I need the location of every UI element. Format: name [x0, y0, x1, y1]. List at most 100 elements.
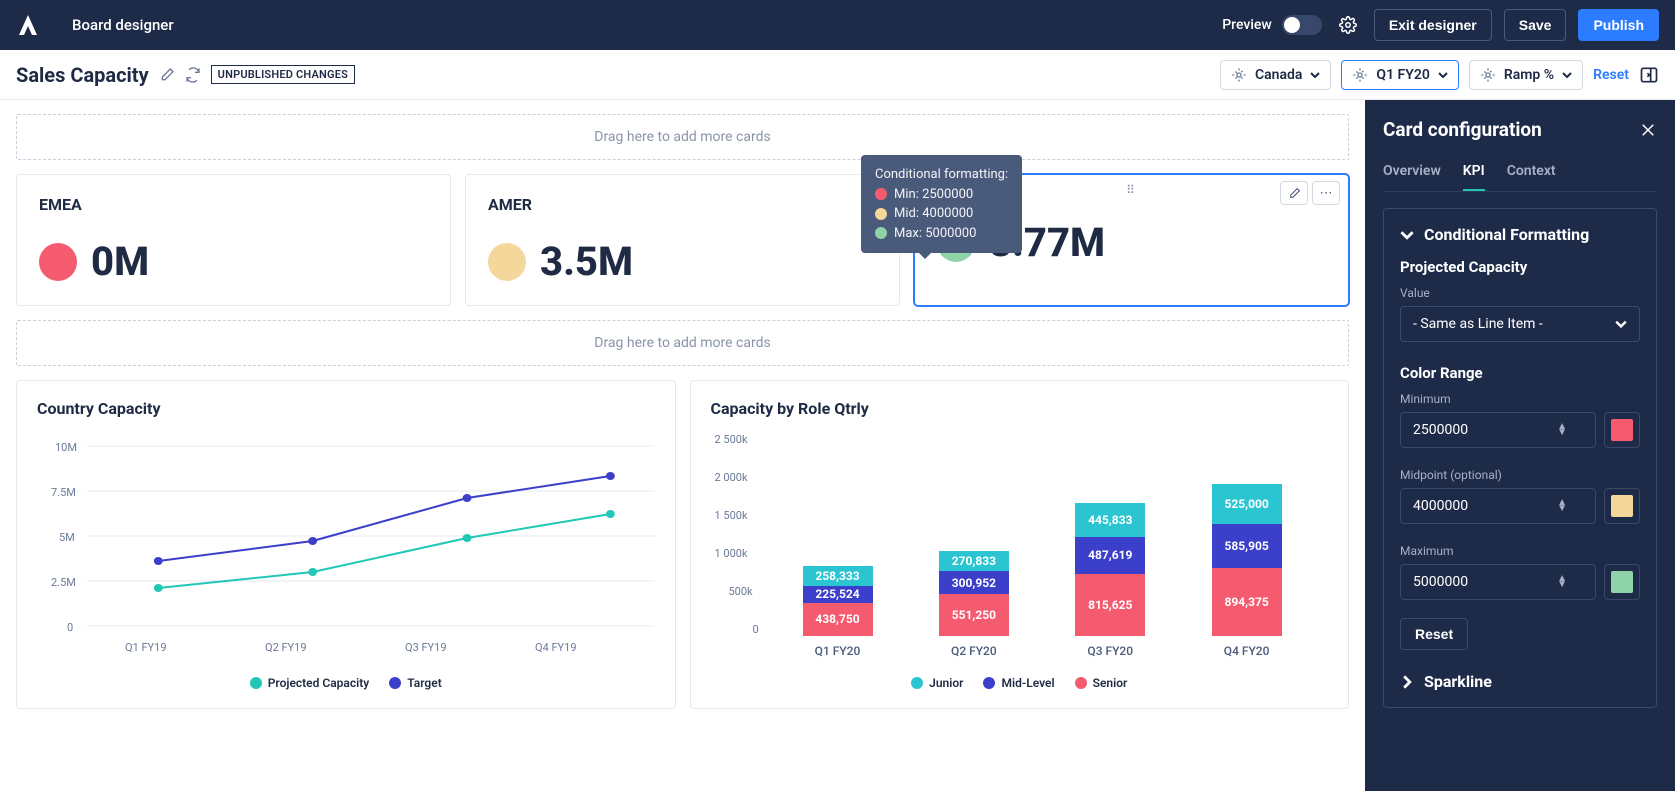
- filter-label: Canada: [1255, 67, 1302, 83]
- input-value: 4000000: [1413, 498, 1468, 514]
- x-tick: Q1 FY19: [125, 641, 167, 654]
- app-header: Board designer Preview Exit designer Sav…: [0, 0, 1675, 50]
- preview-toggle[interactable]: [1282, 15, 1322, 35]
- section-title: Sparkline: [1424, 672, 1492, 691]
- input-value: 2500000: [1413, 422, 1468, 438]
- card-menu-button[interactable]: ⋯: [1312, 181, 1340, 205]
- legend-label: Senior: [1093, 676, 1128, 690]
- chevron-right-icon: [1400, 675, 1414, 689]
- value-select[interactable]: - Same as Line Item -: [1400, 306, 1640, 342]
- y-tick: 2 500k: [715, 433, 748, 446]
- app-title: Board designer: [72, 16, 174, 34]
- field-label: Minimum: [1400, 392, 1640, 406]
- legend-dot-icon: [1075, 677, 1087, 689]
- kpi-card-selected[interactable]: Conditional formatting: Min: 2500000 Mid…: [914, 174, 1349, 306]
- chevron-down-icon: [1562, 70, 1572, 80]
- bar-segment: 894,375: [1212, 568, 1282, 636]
- y-tick: 5M: [59, 531, 75, 544]
- close-icon[interactable]: [1639, 121, 1657, 139]
- bar-segment: 487,619: [1075, 537, 1145, 574]
- subhead: Projected Capacity: [1400, 258, 1640, 276]
- min-color-swatch[interactable]: [1604, 412, 1640, 448]
- save-button[interactable]: Save: [1504, 9, 1567, 41]
- dot-icon: [875, 188, 887, 200]
- gear-icon: [1231, 67, 1247, 83]
- bar-segment: 270,833: [939, 551, 1009, 572]
- bar-group: 815,625487,619445,833Q3 FY20: [1075, 503, 1145, 636]
- chart-title: Country Capacity: [37, 399, 655, 418]
- stacked-bar-chart: 2 500k 2 000k 1 500k 1 000k 500k 0 438,7…: [711, 436, 1329, 666]
- chart-legend: Junior Mid-Level Senior: [711, 676, 1329, 690]
- bar-segment: 300,952: [939, 571, 1009, 594]
- bar-segment: 815,625: [1075, 574, 1145, 636]
- kpi-region-label: EMEA: [39, 195, 428, 214]
- bar-segment: 445,833: [1075, 503, 1145, 537]
- chart-card-capacity-by-role[interactable]: Capacity by Role Qtrly 2 500k 2 000k 1 5…: [690, 380, 1350, 709]
- dropzone-mid[interactable]: Drag here to add more cards: [16, 320, 1349, 366]
- tab-context[interactable]: Context: [1507, 157, 1556, 191]
- status-dot-icon: [488, 243, 526, 281]
- kpi-value: 3.5M: [540, 238, 633, 285]
- bar-segment: 438,750: [803, 603, 873, 636]
- publish-button[interactable]: Publish: [1578, 9, 1659, 41]
- x-tick: Q4 FY20: [1212, 644, 1282, 658]
- chart-card-country-capacity[interactable]: Country Capacity: [16, 380, 676, 709]
- legend-label: Target: [407, 676, 442, 690]
- subhead: Color Range: [1400, 364, 1640, 382]
- stepper-icon[interactable]: ▲▼: [1557, 424, 1567, 436]
- tab-overview[interactable]: Overview: [1383, 157, 1441, 191]
- stepper-icon[interactable]: ▲▼: [1557, 500, 1567, 512]
- filter-label: Q1 FY20: [1376, 67, 1429, 83]
- chart-title: Capacity by Role Qtrly: [711, 399, 1329, 418]
- filter-q1fy20[interactable]: Q1 FY20: [1341, 60, 1458, 90]
- status-dot-icon: [39, 243, 77, 281]
- tooltip-row: Min: 2500000: [894, 185, 973, 205]
- stepper-icon[interactable]: ▲▼: [1557, 576, 1567, 588]
- midpoint-input[interactable]: 4000000 ▲▼: [1400, 488, 1596, 524]
- y-tick: 7.5M: [51, 486, 76, 499]
- drag-handle-icon[interactable]: ⠿: [1126, 183, 1137, 197]
- legend-dot-icon: [389, 677, 401, 689]
- filter-label: Ramp %: [1504, 67, 1554, 83]
- section-toggle[interactable]: Conditional Formatting: [1400, 225, 1640, 244]
- dropzone-top[interactable]: Drag here to add more cards: [16, 114, 1349, 160]
- line-chart: 10M 7.5M 5M 2.5M 0 Q1 FY19 Q2 FY19 Q3 FY…: [37, 436, 655, 666]
- conditional-tooltip: Conditional formatting: Min: 2500000 Mid…: [861, 155, 1022, 253]
- x-tick: Q3 FY19: [405, 641, 447, 654]
- tab-kpi[interactable]: KPI: [1463, 157, 1485, 191]
- x-tick: Q2 FY19: [265, 641, 307, 654]
- exit-designer-button[interactable]: Exit designer: [1374, 9, 1492, 41]
- edit-card-button[interactable]: [1280, 181, 1308, 205]
- panel-tabs: Overview KPI Context: [1383, 157, 1657, 192]
- reset-colors-button[interactable]: Reset: [1400, 618, 1468, 650]
- settings-icon[interactable]: [1334, 11, 1362, 39]
- y-tick: 10M: [55, 441, 77, 454]
- y-tick: 1 000k: [715, 547, 748, 560]
- mid-color-swatch[interactable]: [1604, 488, 1640, 524]
- tooltip-row: Mid: 4000000: [894, 204, 973, 224]
- chart-legend: Projected Capacity Target: [37, 676, 655, 690]
- refresh-icon[interactable]: [185, 67, 201, 83]
- legend-label: Mid-Level: [1001, 676, 1054, 690]
- field-label: Maximum: [1400, 544, 1640, 558]
- unpublished-badge: UNPUBLISHED CHANGES: [211, 65, 355, 84]
- chevron-down-icon: [1400, 228, 1414, 242]
- x-tick: Q1 FY20: [803, 644, 873, 658]
- section-title: Conditional Formatting: [1424, 225, 1589, 244]
- sparkline-toggle[interactable]: Sparkline: [1400, 672, 1640, 691]
- panel-toggle-icon[interactable]: [1639, 65, 1659, 85]
- conditional-formatting-section: Conditional Formatting Projected Capacit…: [1383, 208, 1657, 708]
- max-color-swatch[interactable]: [1604, 564, 1640, 600]
- y-tick: 500k: [729, 585, 753, 598]
- reset-filters-link[interactable]: Reset: [1593, 67, 1629, 83]
- filter-canada[interactable]: Canada: [1220, 60, 1331, 90]
- kpi-card-emea[interactable]: EMEA 0M: [16, 174, 451, 306]
- maximum-input[interactable]: 5000000▲▼: [1400, 564, 1596, 600]
- edit-title-icon[interactable]: [159, 67, 175, 83]
- filter-ramp[interactable]: Ramp %: [1469, 60, 1583, 90]
- bar-group: 894,375585,905525,000Q4 FY20: [1212, 484, 1282, 636]
- page-title: Sales Capacity: [16, 63, 149, 87]
- field-label: Value: [1400, 286, 1640, 300]
- kpi-card-amer[interactable]: AMER 3.5M: [465, 174, 900, 306]
- minimum-input[interactable]: 2500000 ▲▼: [1400, 412, 1596, 448]
